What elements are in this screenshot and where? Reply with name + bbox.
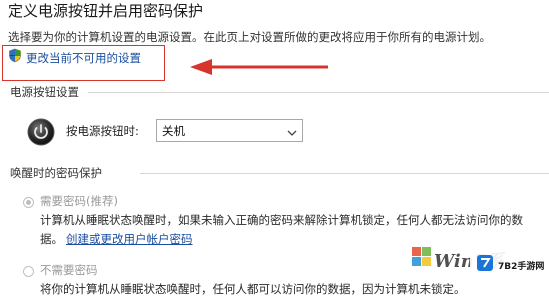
power-button-icon [27,118,55,150]
require-password-label: 需要密码(推荐) [40,194,118,208]
no-password-description: 将你的计算机从睡眠状态唤醒时，任何人都可以访问你的数据，因为计算机未锁定。 [40,282,466,296]
no-password-label: 不需要密码 [40,263,98,277]
power-button-label: 按电源按钮时: [66,124,139,138]
highlight-annotation-box [2,45,165,81]
page-subtitle: 选择要为你的计算机设置的电源设置。在此页上对设置所做的更改将应用于你所有的电源计… [8,30,491,44]
require-password-description: 计算机从睡眠状态唤醒时，如果未输入正确的密码来解除计算机锁定，任何人都无法访问你… [40,213,523,227]
radio-indicator [23,197,34,208]
require-password-description-end: 据。 [40,232,63,246]
no-password-radio[interactable] [23,266,34,277]
site-badge-text: 7B2手游网 [498,261,545,272]
require-password-radio[interactable] [23,197,34,208]
divider [88,92,549,93]
radio-indicator [23,266,34,277]
page-title: 定义电源按钮并启用密码保护 [8,2,204,20]
power-button-section-title: 电源按钮设置 [10,85,79,99]
select-value: 关机 [162,123,185,138]
site-logo-icon [476,254,494,276]
divider [140,173,549,174]
red-arrow-annotation [188,58,328,82]
power-button-action-select[interactable]: 关机 [156,119,303,142]
chevron-down-icon [287,126,297,140]
create-password-link[interactable]: 创建或更改用户帐户密码 [66,231,193,247]
site-badge: 7B2手游网 [470,245,548,285]
wake-password-section-title: 唤醒时的密码保护 [10,166,102,180]
